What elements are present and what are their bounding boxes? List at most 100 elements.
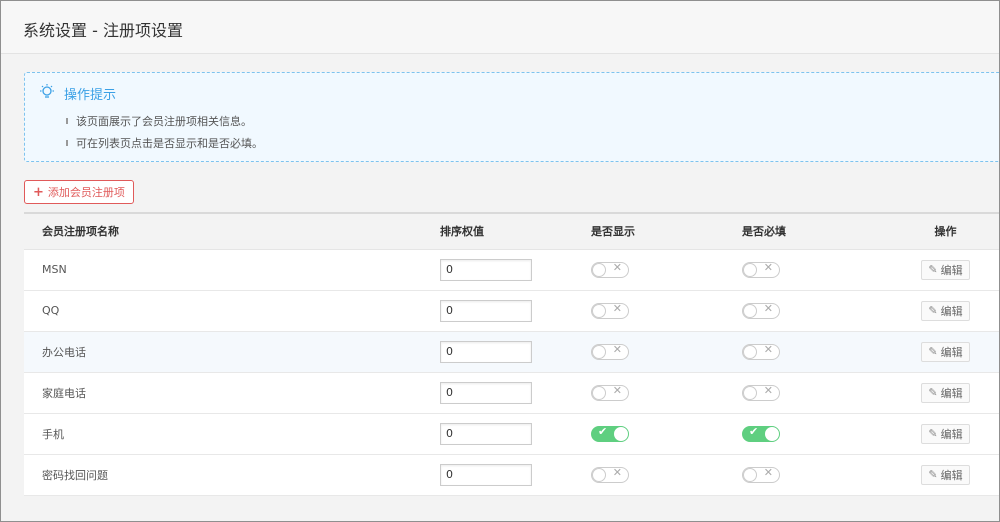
sort-weight-input[interactable] [440, 258, 532, 281]
edit-icon: ✎ [928, 427, 938, 440]
show-toggle[interactable]: ✕ [591, 301, 629, 319]
cross-icon: ✕ [763, 301, 773, 315]
show-cell: ✕ [590, 249, 741, 290]
cross-icon: ✕ [763, 383, 773, 397]
cross-icon: ✕ [612, 383, 622, 397]
table-row: 办公电话 ✕ ✕ ✎编辑 [24, 331, 999, 372]
required-toggle[interactable]: ✕ [742, 342, 780, 360]
sort-cell [439, 454, 590, 495]
table-header-row: 会员注册项名称 排序权值 是否显示 是否必填 操作 [24, 213, 999, 250]
show-toggle[interactable]: ✕ [591, 383, 629, 401]
show-toggle[interactable]: ✕ [591, 342, 629, 360]
sort-weight-input[interactable] [440, 299, 532, 322]
required-cell: ✕ [741, 454, 892, 495]
sort-weight-input[interactable] [440, 463, 532, 486]
cross-icon: ✕ [612, 342, 622, 356]
edit-button[interactable]: ✎ 编辑 [921, 382, 970, 403]
sort-cell [439, 372, 590, 413]
tip-panel: 操作提示 该页面展示了会员注册项相关信息。 可在列表页点击是否显示和是否必填。 [24, 72, 999, 162]
edit-label: 编辑 [940, 386, 963, 400]
toggle-knob [592, 344, 606, 359]
show-cell: ✕ [590, 331, 741, 372]
required-cell: ✕ [741, 249, 892, 290]
toggle-knob [743, 344, 757, 359]
sort-cell [439, 413, 590, 454]
show-cell: ✔ [590, 413, 741, 454]
bullet-icon [66, 118, 68, 124]
header-sort: 排序权值 [439, 213, 590, 250]
table-row: 密码找回问题 ✕ ✕ ✎编辑 [24, 454, 999, 495]
cross-icon: ✕ [612, 260, 622, 274]
required-toggle[interactable]: ✕ [742, 301, 780, 319]
tip-line-text: 该页面展示了会员注册项相关信息。 [76, 115, 252, 128]
toggle-knob [592, 385, 606, 400]
required-toggle[interactable]: ✕ [742, 260, 780, 278]
toggle-knob [614, 426, 628, 441]
sort-weight-input[interactable] [440, 381, 532, 404]
page-title: 系统设置 - 注册项设置 [23, 21, 183, 40]
required-toggle[interactable]: ✕ [742, 383, 780, 401]
plus-icon: + [33, 184, 44, 200]
operation-cell: ✎ 编辑 [892, 331, 999, 372]
page-header: 系统设置 - 注册项设置 [1, 1, 999, 54]
cross-icon: ✕ [763, 465, 773, 479]
required-toggle[interactable]: ✕ [742, 465, 780, 483]
bullet-icon [66, 140, 68, 146]
required-cell: ✕ [741, 290, 892, 331]
cross-icon: ✕ [612, 301, 622, 315]
sort-cell [439, 249, 590, 290]
toggle-knob [743, 385, 757, 400]
lightbulb-icon [38, 83, 56, 104]
edit-icon: ✎ [928, 263, 938, 276]
toggle-knob [592, 303, 606, 318]
show-toggle[interactable]: ✕ [591, 260, 629, 278]
add-button-label: 添加会员注册项 [47, 186, 125, 199]
edit-button[interactable]: ✎ 编辑 [921, 259, 970, 280]
required-cell: ✕ [741, 331, 892, 372]
required-toggle[interactable]: ✔ [742, 425, 780, 442]
operation-cell: ✎ 编辑 [892, 249, 999, 290]
required-cell: ✔ [741, 413, 892, 454]
tip-line-text: 可在列表页点击是否显示和是否必填。 [76, 137, 263, 150]
edit-label: 编辑 [940, 345, 963, 359]
tip-line: 可在列表页点击是否显示和是否必填。 [66, 135, 263, 151]
toggle-knob [592, 467, 606, 482]
edit-button[interactable]: ✎ 编辑 [921, 423, 970, 444]
sort-cell [439, 331, 590, 372]
sort-weight-input[interactable] [440, 340, 532, 363]
cross-icon: ✕ [763, 342, 773, 356]
edit-button[interactable]: ✎ 编辑 [921, 341, 970, 362]
toggle-knob [743, 467, 757, 482]
operation-cell: ✎ 编辑 [892, 372, 999, 413]
window-frame: 系统设置 - 注册项设置 操作提示 该页面展示了会员注册项相关信息。 可在列表页… [0, 0, 1000, 522]
show-cell: ✕ [590, 290, 741, 331]
show-toggle[interactable]: ✔ [591, 425, 629, 442]
operation-cell: ✎ 编辑 [892, 454, 999, 495]
add-member-field-button[interactable]: + 添加会员注册项 [24, 180, 134, 204]
cross-icon: ✕ [763, 260, 773, 274]
toggle-knob [592, 262, 606, 277]
operation-cell: ✎ 编辑 [892, 413, 999, 454]
table-row: 手机 ✔ ✔ ✎编辑 [24, 413, 999, 454]
show-cell: ✕ [590, 372, 741, 413]
operation-cell: ✎ 编辑 [892, 290, 999, 331]
sort-weight-input[interactable] [440, 422, 532, 445]
table-row: QQ ✕ ✕ ✎编辑 [24, 290, 999, 331]
table-row: 家庭电话 ✕ ✕ ✎编辑 [24, 372, 999, 413]
header-show: 是否显示 [590, 213, 741, 250]
edit-icon: ✎ [928, 386, 938, 399]
tip-header: 操作提示 [38, 83, 116, 104]
table-row: MSN ✕ ✕ ✎编辑 [24, 249, 999, 290]
edit-label: 编辑 [940, 427, 963, 441]
main-content: 操作提示 该页面展示了会员注册项相关信息。 可在列表页点击是否显示和是否必填。 … [1, 54, 999, 521]
edit-label: 编辑 [940, 263, 963, 277]
edit-button[interactable]: ✎ 编辑 [921, 300, 970, 321]
toggle-knob [765, 426, 779, 441]
show-toggle[interactable]: ✕ [591, 466, 629, 483]
header-required: 是否必填 [741, 213, 892, 250]
registration-fields-table: 会员注册项名称 排序权值 是否显示 是否必填 操作 MSN✕✕✎编辑QQ✕✕✎编… [24, 212, 999, 496]
edit-button[interactable]: ✎ 编辑 [921, 464, 970, 485]
tip-line: 该页面展示了会员注册项相关信息。 [66, 113, 252, 129]
toggle-knob [743, 262, 757, 277]
edit-label: 编辑 [940, 304, 963, 318]
